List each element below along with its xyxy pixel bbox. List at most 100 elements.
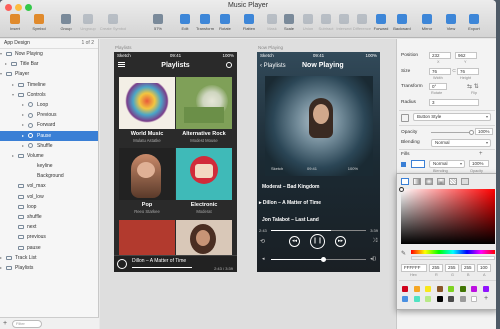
previous-icon[interactable]: ◂◂ [289,236,300,247]
artboard-now-playing[interactable]: Sketch 09:41 100% ‹ Playlists Now Playin… [257,52,380,272]
volume-slider[interactable] [271,257,366,262]
disclosure-icon[interactable]: ▸ [0,253,2,263]
rotate-field[interactable]: 0° [429,83,447,90]
layer-item[interactable]: ▸ Shuffle [0,141,98,151]
toolbar-backward-button[interactable]: Backward [389,13,415,35]
fill-blend-select[interactable]: Normal ▾ [429,160,465,168]
disclosure-icon[interactable]: ▸ [22,141,24,151]
color-swatch[interactable] [436,286,443,292]
playlist-cover-electronic[interactable] [176,148,232,200]
layer-item[interactable]: ▸ Forward [0,120,98,130]
color-swatch[interactable] [425,296,431,302]
layer-item[interactable]: loop [0,202,98,212]
disclosure-icon[interactable]: ▸ [12,151,14,161]
toolbar-mirror-button[interactable]: Mirror [414,13,440,35]
saturation-brightness-field[interactable] [399,187,495,244]
add-fill-icon[interactable]: + [479,151,483,157]
alpha-slider[interactable] [411,256,495,260]
blending-select[interactable]: Normal ▾ [431,139,491,147]
disclosure-icon[interactable]: ▸ [22,110,24,120]
layer-item[interactable]: ▸ Playlists [0,263,98,273]
green-field[interactable]: 255 [445,264,459,272]
pos-y-field[interactable]: 962 [455,52,477,59]
disclosure-icon[interactable]: ▸ [22,131,24,141]
layer-item[interactable]: ▸ Volume [0,151,98,161]
mini-player[interactable]: Dillon – A Matter of Time 2:43 / 3:39 [114,255,237,272]
toolbar-ungroup-button[interactable]: Ungroup [75,13,101,35]
playlist-cover-5[interactable] [119,220,175,256]
linear-gradient-icon[interactable] [413,178,421,185]
layer-item[interactable]: ▸ Track List [0,253,98,263]
playlist-cover-world-music[interactable] [119,77,175,129]
color-swatch[interactable] [471,286,477,292]
disclosure-icon[interactable]: ▸ [5,59,7,69]
playlist-cover-alt-rock[interactable] [176,77,232,129]
pause-icon[interactable] [117,259,127,269]
shared-style-select[interactable]: Button Style ▾ [413,113,491,121]
layer-item[interactable]: ▸ Pause [0,130,98,141]
fill-checkbox[interactable] [401,162,406,167]
pause-icon[interactable]: ❙❙ [310,234,325,249]
search-icon[interactable] [226,62,232,68]
toolbar-export-button[interactable]: Export [461,13,487,35]
layer-item[interactable]: keyline [0,161,98,171]
hex-field[interactable]: FFFFFF [401,264,427,272]
layer-item[interactable]: ▸ Loop [0,100,98,110]
noise-fill-icon[interactable] [461,178,469,185]
layer-item[interactable]: Background [0,171,98,181]
height-field[interactable]: 76 [457,68,479,75]
add-swatch-icon[interactable]: + [484,295,488,302]
flip-icon[interactable]: ⇆ ⇅ [467,83,479,90]
color-swatch[interactable] [402,296,408,302]
artboard-playlists[interactable]: Sketch 09:41 100% Playlists World Music … [114,52,237,272]
color-swatch[interactable] [471,296,477,302]
opacity-slider[interactable] [431,130,474,135]
radial-gradient-icon[interactable] [425,178,433,185]
alpha-field[interactable]: 100 [477,264,491,272]
canvas[interactable]: Playlists Now Playing Sketch 09:41 100% … [100,39,396,329]
layer-item[interactable]: shuffle [0,212,98,222]
disclosure-icon[interactable]: ▸ [22,120,24,130]
toolbar-symbol-button[interactable]: Symbol [26,13,52,35]
lock-ratio-icon[interactable]: ⊂ [452,68,456,74]
toolbar-create-symbol-button[interactable]: Create Symbol [100,13,126,35]
disclosure-icon[interactable]: ▾ [0,69,2,79]
disclosure-icon[interactable]: ▸ [22,100,24,110]
artboard-label-playlists[interactable]: Playlists [115,45,132,50]
eyedropper-icon[interactable]: ✎ [401,250,406,257]
disclosure-icon[interactable]: ▾ [12,90,14,100]
color-swatch[interactable] [482,286,489,292]
color-swatch[interactable] [448,296,454,302]
width-field[interactable]: 76 [429,68,451,75]
artboard-label-now-playing[interactable]: Now Playing [258,45,283,50]
timeline-track[interactable] [271,230,366,231]
loop-icon[interactable]: ⟲ [260,238,265,245]
blue-field[interactable]: 255 [461,264,475,272]
color-swatch[interactable] [459,286,466,292]
layer-item[interactable]: ▸ Title Bar [0,59,98,69]
layer-item[interactable]: next [0,222,98,232]
solid-fill-icon[interactable] [401,178,409,185]
volume-knob[interactable] [321,257,326,262]
toolbar-zoom-button[interactable]: 57% [145,13,171,35]
layer-item[interactable]: pause [0,243,98,253]
color-swatch[interactable] [436,296,443,302]
pos-x-field[interactable]: 232 [429,52,451,59]
layer-item[interactable]: vol_low [0,192,98,202]
disclosure-icon[interactable]: ▸ [12,80,14,90]
pages-header[interactable]: App Design 1 of 2 [0,39,98,49]
red-field[interactable]: 255 [429,264,443,272]
disclosure-icon[interactable]: ▾ [0,49,2,59]
layer-item[interactable]: ▾ Player [0,69,98,79]
shuffle-icon[interactable]: ⤨ [372,238,377,245]
radius-field[interactable]: 3 [429,99,479,106]
color-handle[interactable] [399,187,404,192]
layer-item[interactable]: vol_max [0,181,98,191]
fill-opacity-field[interactable]: 100% [469,160,489,167]
pattern-fill-icon[interactable] [449,178,457,185]
color-swatch[interactable] [402,286,408,292]
opacity-field[interactable]: 100% [475,128,493,135]
layer-item[interactable]: ▸ Previous [0,110,98,120]
add-page-icon[interactable]: + [3,320,7,327]
toolbar-insert-button[interactable]: Insert [2,13,28,35]
